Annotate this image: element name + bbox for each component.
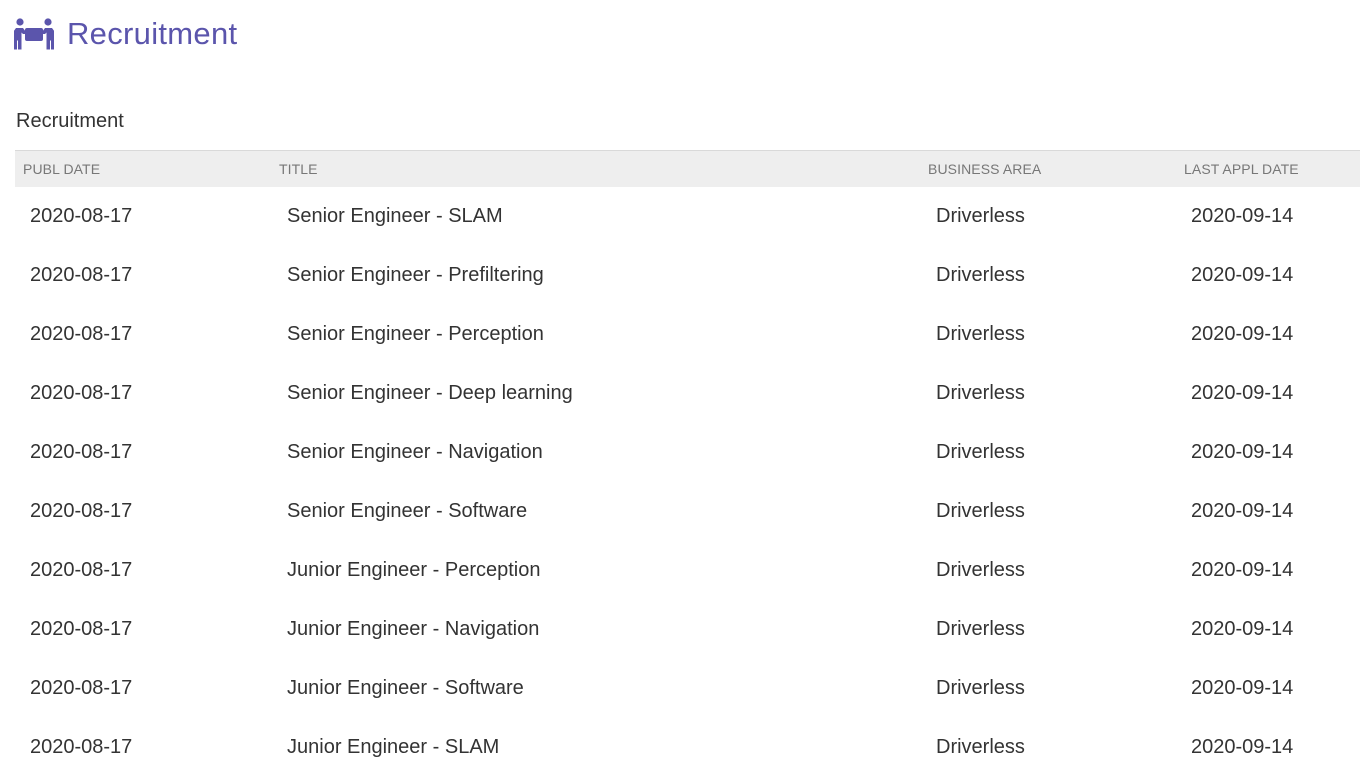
column-header-business-area[interactable]: BUSINESS AREA xyxy=(928,151,1041,187)
cell-last-appl-date: 2020-09-14 xyxy=(1191,264,1294,286)
cell-publ-date: 2020-08-17 xyxy=(30,264,133,286)
cell-business-area: Driverless xyxy=(936,500,1025,522)
recruitment-table: PUBL DATE TITLE BUSINESS AREA LAST APPL … xyxy=(15,150,1360,777)
cell-publ-date: 2020-08-17 xyxy=(30,559,133,581)
column-header-title[interactable]: TITLE xyxy=(279,151,318,187)
cell-publ-date: 2020-08-17 xyxy=(30,500,133,522)
cell-business-area: Driverless xyxy=(936,677,1025,699)
cell-business-area: Driverless xyxy=(936,323,1025,345)
cell-publ-date: 2020-08-17 xyxy=(30,323,133,345)
cell-business-area: Driverless xyxy=(936,618,1025,640)
cell-last-appl-date: 2020-09-14 xyxy=(1191,323,1294,345)
cell-title[interactable]: Junior Engineer - Software xyxy=(287,659,524,718)
page-header: Recruitment xyxy=(13,14,238,54)
cell-last-appl-date: 2020-09-14 xyxy=(1191,677,1294,699)
cell-title[interactable]: Senior Engineer - Deep learning xyxy=(287,364,573,423)
cell-title[interactable]: Junior Engineer - SLAM xyxy=(287,718,499,777)
cell-title[interactable]: Senior Engineer - Perception xyxy=(287,305,544,364)
table-row[interactable]: 2020-08-17 Junior Engineer - Perception … xyxy=(15,541,1360,600)
cell-business-area: Driverless xyxy=(936,205,1025,227)
cell-publ-date: 2020-08-17 xyxy=(30,618,133,640)
cell-business-area: Driverless xyxy=(936,736,1025,758)
table-row[interactable]: 2020-08-17 Senior Engineer - Navigation … xyxy=(15,423,1360,482)
column-header-publ-date[interactable]: PUBL DATE xyxy=(23,151,100,187)
people-carry-icon xyxy=(13,17,55,51)
cell-last-appl-date: 2020-09-14 xyxy=(1191,736,1294,758)
cell-title[interactable]: Junior Engineer - Perception xyxy=(287,541,540,600)
cell-publ-date: 2020-08-17 xyxy=(30,736,133,758)
recruitment-page: Recruitment Recruitment PUBL DATE TITLE … xyxy=(0,0,1360,779)
cell-title[interactable]: Senior Engineer - Prefiltering xyxy=(287,246,544,305)
column-header-last-appl-date[interactable]: LAST APPL DATE xyxy=(1184,151,1299,187)
cell-last-appl-date: 2020-09-14 xyxy=(1191,441,1294,463)
cell-last-appl-date: 2020-09-14 xyxy=(1191,618,1294,640)
section-title: Recruitment xyxy=(16,110,124,132)
cell-title[interactable]: Junior Engineer - Navigation xyxy=(287,600,539,659)
table-row[interactable]: 2020-08-17 Senior Engineer - Prefilterin… xyxy=(15,246,1360,305)
page-title: Recruitment xyxy=(67,16,238,51)
table-row[interactable]: 2020-08-17 Junior Engineer - Navigation … xyxy=(15,600,1360,659)
cell-title[interactable]: Senior Engineer - SLAM xyxy=(287,187,503,246)
table-row[interactable]: 2020-08-17 Senior Engineer - SLAM Driver… xyxy=(15,187,1360,246)
cell-publ-date: 2020-08-17 xyxy=(30,382,133,404)
cell-last-appl-date: 2020-09-14 xyxy=(1191,382,1294,404)
cell-publ-date: 2020-08-17 xyxy=(30,677,133,699)
cell-publ-date: 2020-08-17 xyxy=(30,205,133,227)
cell-last-appl-date: 2020-09-14 xyxy=(1191,205,1294,227)
cell-publ-date: 2020-08-17 xyxy=(30,441,133,463)
cell-business-area: Driverless xyxy=(936,441,1025,463)
table-row[interactable]: 2020-08-17 Junior Engineer - SLAM Driver… xyxy=(15,718,1360,777)
cell-business-area: Driverless xyxy=(936,559,1025,581)
cell-business-area: Driverless xyxy=(936,264,1025,286)
table-row[interactable]: 2020-08-17 Junior Engineer - Software Dr… xyxy=(15,659,1360,718)
table-row[interactable]: 2020-08-17 Senior Engineer - Perception … xyxy=(15,305,1360,364)
table-body: 2020-08-17 Senior Engineer - SLAM Driver… xyxy=(15,187,1360,777)
table-header: PUBL DATE TITLE BUSINESS AREA LAST APPL … xyxy=(15,150,1360,187)
cell-last-appl-date: 2020-09-14 xyxy=(1191,500,1294,522)
table-row[interactable]: 2020-08-17 Senior Engineer - Software Dr… xyxy=(15,482,1360,541)
cell-business-area: Driverless xyxy=(936,382,1025,404)
table-row[interactable]: 2020-08-17 Senior Engineer - Deep learni… xyxy=(15,364,1360,423)
cell-title[interactable]: Senior Engineer - Software xyxy=(287,482,527,541)
cell-last-appl-date: 2020-09-14 xyxy=(1191,559,1294,581)
cell-title[interactable]: Senior Engineer - Navigation xyxy=(287,423,543,482)
